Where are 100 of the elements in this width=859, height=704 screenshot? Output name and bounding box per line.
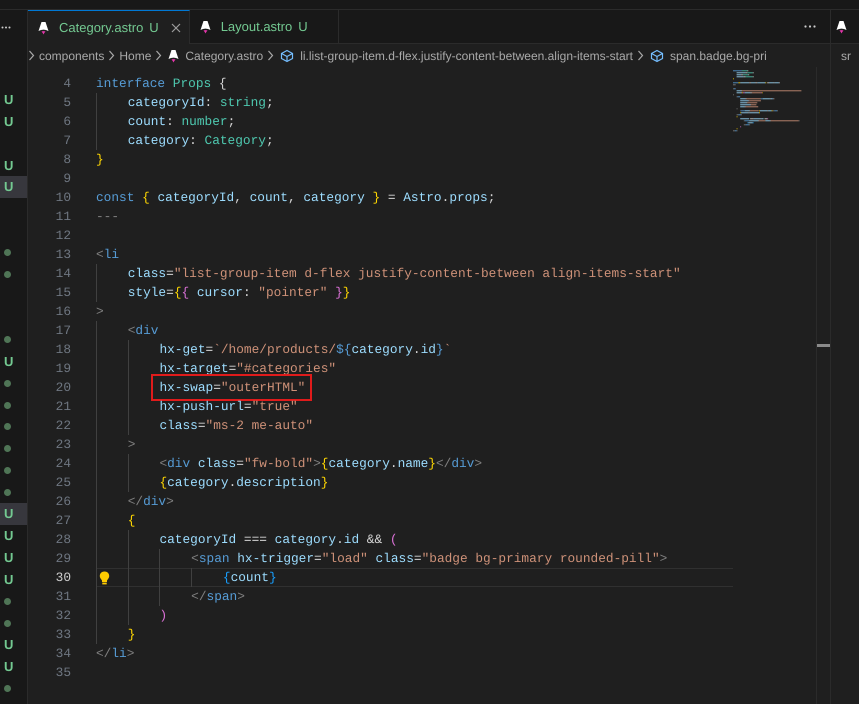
chevron-icon (637, 50, 644, 61)
git-status-label: U (4, 91, 14, 110)
git-status-label: U (4, 178, 14, 196)
more-icon[interactable] (1, 26, 11, 28)
cube-icon (280, 48, 294, 62)
line-number: 12 (54, 226, 71, 245)
line-number: 11 (54, 208, 71, 226)
git-status-label: U (4, 658, 14, 676)
line-number: 19 (54, 360, 71, 378)
git-status-label: U (298, 18, 308, 36)
code-line: {category.description} (96, 473, 734, 492)
astro-file-icon (200, 20, 211, 34)
explorer-row-highlight[interactable]: U (0, 176, 27, 198)
chevron-icon (28, 50, 35, 61)
code-line: category: Category; (96, 131, 734, 150)
line-number: 35 (54, 664, 71, 682)
code-line: const { categoryId, count, category } = Astro.props; (96, 188, 496, 207)
git-status-label: U (4, 527, 14, 546)
line-number: 17 (54, 322, 71, 340)
line-number: 24 (54, 454, 71, 473)
breadcrumb-item[interactable]: components (39, 46, 104, 64)
editor-tab[interactable]: Category.astro U (28, 10, 190, 44)
code-line: } (96, 150, 105, 169)
line-number: 21 (54, 398, 71, 416)
line-number: 27 (54, 512, 71, 530)
line-number: 18 (54, 340, 71, 359)
code-line: <span hx-trigger="load" class="badge bg-primary rounded-pill"> (96, 549, 734, 568)
code-line: </li> (96, 644, 136, 663)
code-line: --- (96, 208, 120, 226)
breadcrumb-item[interactable]: Home (119, 46, 152, 64)
line-number: 25 (54, 474, 71, 492)
breadcrumb-item[interactable]: Category.astro (185, 46, 264, 64)
chevron-icon (108, 50, 116, 61)
code-line: { (96, 511, 734, 530)
chevron-icon (155, 50, 162, 61)
line-number: 30 (54, 568, 71, 587)
astro-file-icon (38, 20, 49, 34)
line-number: 28 (54, 530, 71, 549)
code-line: } (96, 625, 734, 644)
line-number: 29 (54, 550, 71, 568)
line-number: 10 (54, 188, 71, 207)
line-number: 5 (62, 94, 71, 112)
line-number: 13 (54, 246, 71, 264)
git-status-label: U (4, 112, 14, 131)
line-number: 4 (62, 74, 71, 93)
line-number: 34 (54, 644, 71, 663)
breadcrumb-item[interactable]: span.badge.bg-pri (670, 46, 767, 64)
code-line: class="list-group-item d-flex justify-content-between align-items-start" (96, 264, 734, 283)
code-line: categoryId === category.id && ( (96, 530, 734, 549)
code-line: interface Props { (96, 74, 228, 93)
code-line: <li (96, 246, 120, 264)
line-number: 23 (54, 436, 71, 454)
line-number: 22 (54, 416, 71, 435)
line-number: 32 (54, 606, 71, 625)
cube-icon (650, 48, 664, 62)
code-line: hx-push-url="true" (96, 397, 734, 416)
breadcrumb-item[interactable]: sr (841, 46, 851, 64)
close-icon[interactable] (170, 22, 181, 32)
astro-file-icon (168, 48, 180, 62)
tab-label[interactable]: Layout.astro (216, 16, 292, 36)
line-number: 6 (62, 112, 71, 131)
code-line: <div class="fw-bold">{category.name}</div> (96, 454, 734, 473)
line-number: 7 (62, 132, 71, 150)
code-line: <div (96, 321, 734, 340)
code-line: hx-target="#categories" (96, 359, 734, 378)
line-number: 14 (54, 264, 71, 283)
line-number: 26 (54, 492, 71, 511)
code-line: style={{ cursor: "pointer" }} (96, 283, 734, 302)
editor-tab[interactable]: Layout.astro U (190, 10, 339, 43)
git-status-label: U (4, 505, 14, 524)
code-line: > (96, 435, 734, 454)
explorer-row-highlight[interactable]: U (0, 503, 27, 525)
line-number: 9 (62, 170, 71, 188)
line-number: 8 (62, 150, 71, 169)
code-line: > (96, 302, 105, 321)
code-line: hx-get=`/home/products/${category.id}` (96, 340, 734, 359)
code-line: ) (96, 606, 734, 625)
line-number: 16 (54, 302, 71, 321)
code-line: class="ms-2 me-auto" (96, 416, 734, 435)
tab-label[interactable]: Category.astro (55, 18, 144, 38)
git-status-label: U (4, 352, 14, 371)
code-line: {count} (96, 568, 734, 587)
git-status-label: U (4, 570, 14, 589)
code-line: categoryId: string; (96, 93, 734, 112)
line-number: 15 (54, 284, 71, 302)
line-number: 20 (54, 378, 71, 397)
code-line: </span> (96, 587, 734, 606)
more-actions-icon[interactable] (804, 25, 816, 28)
breadcrumb-item[interactable]: li.list-group-item.d-flex.justify-content-between.align-items-start (300, 46, 633, 64)
line-number: 33 (54, 626, 71, 644)
git-status-label: U (149, 18, 159, 37)
astro-file-icon[interactable] (836, 20, 847, 34)
git-status-label: U (4, 156, 14, 175)
code-line: count: number; (96, 112, 734, 131)
line-number: 31 (54, 588, 71, 606)
chevron-icon (267, 50, 274, 61)
lightbulb-icon[interactable] (99, 571, 110, 585)
code-line: </div> (96, 492, 734, 511)
code-line: hx-swap="outerHTML" (96, 378, 734, 397)
git-status-label: U (4, 548, 14, 567)
